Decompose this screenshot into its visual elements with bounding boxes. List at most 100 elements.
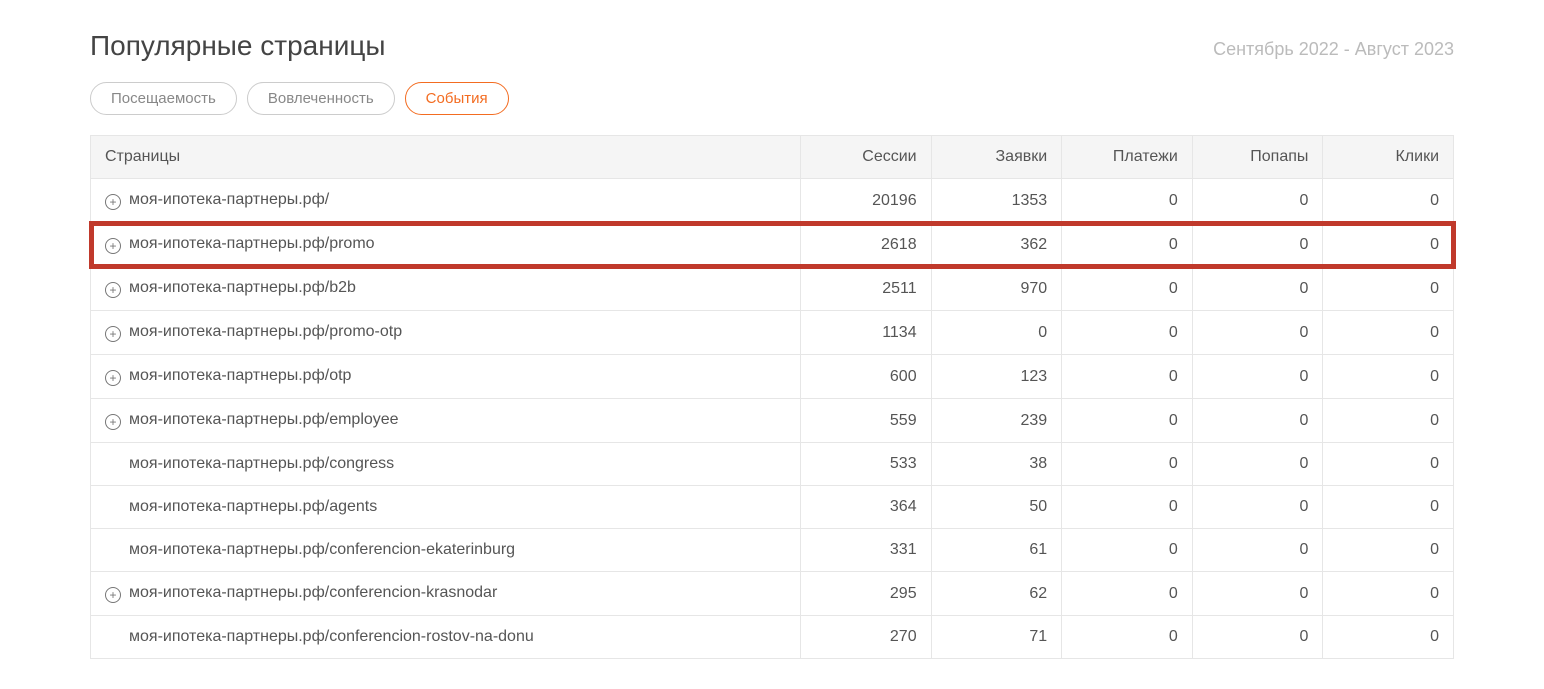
cell-page: + моя-ипотека-партнеры.рф/promo [91, 223, 801, 267]
cell-clicks: 0 [1323, 529, 1454, 572]
cell-page: моя-ипотека-партнеры.рф/conferencion-ros… [91, 616, 801, 659]
cell-sessions: 364 [801, 486, 932, 529]
cell-requests: 1353 [931, 179, 1062, 223]
cell-requests: 38 [931, 443, 1062, 486]
table-row[interactable]: моя-ипотека-партнеры.рф/congress53338000 [91, 443, 1454, 486]
table-row[interactable]: +моя-ипотека-партнеры.рф/b2b2511970000 [91, 267, 1454, 311]
cell-popups: 0 [1192, 443, 1323, 486]
table-row[interactable]: моя-ипотека-партнеры.рф/conferencion-ros… [91, 616, 1454, 659]
cell-sessions: 270 [801, 616, 932, 659]
cell-requests: 362 [931, 223, 1062, 267]
col-payments[interactable]: Платежи [1062, 136, 1193, 179]
cell-sessions: 20196 [801, 179, 932, 223]
expand-icon[interactable]: + [105, 370, 121, 386]
cell-popups: 0 [1192, 616, 1323, 659]
cell-page: + моя-ипотека-партнеры.рф/conferencion-kr… [91, 572, 801, 616]
cell-page: + моя-ипотека-партнеры.рф/otp [91, 355, 801, 399]
cell-requests: 62 [931, 572, 1062, 616]
cell-clicks: 0 [1323, 399, 1454, 443]
table-row[interactable]: + моя-ипотека-партнеры.рф/employee 559239 0… [91, 399, 1454, 443]
cell-page: моя-ипотека-партнеры.рф/agents [91, 486, 801, 529]
cell-payments: 0 [1062, 443, 1193, 486]
cell-payments: 0 [1062, 179, 1193, 223]
cell-requests: 50 [931, 486, 1062, 529]
cell-requests: 61 [931, 529, 1062, 572]
tab-engagement[interactable]: Вовлеченность [247, 82, 395, 115]
cell-payments: 0 [1062, 355, 1193, 399]
expand-icon[interactable]: + [105, 194, 121, 210]
cell-popups: 0 [1192, 399, 1323, 443]
cell-page: + моя-ипотека-партнеры.рф/promo-otp [91, 311, 801, 355]
expand-icon[interactable]: + [105, 587, 121, 603]
cell-page: моя-ипотека-партнеры.рф/congress [91, 443, 801, 486]
cell-payments: 0 [1062, 616, 1193, 659]
page-url: моя-ипотека-партнеры.рф/conferencion-kra… [129, 584, 497, 601]
cell-clicks: 0 [1323, 311, 1454, 355]
cell-clicks: 0 [1323, 267, 1454, 311]
table-row[interactable]: +моя-ипотека-партнеры.рф/promo2618362000 [91, 223, 1454, 267]
cell-popups: 0 [1192, 311, 1323, 355]
cell-clicks: 0 [1323, 223, 1454, 267]
page-title: Популярные страницы [90, 30, 386, 62]
cell-popups: 0 [1192, 529, 1323, 572]
cell-clicks: 0 [1323, 443, 1454, 486]
table-header-row: Страницы Сессии Заявки Платежи Попапы Кл… [91, 136, 1454, 179]
cell-popups: 0 [1192, 486, 1323, 529]
table-row[interactable]: +моя-ипотека-партнеры.рф/promo-otp113400… [91, 311, 1454, 355]
cell-page: + моя-ипотека-партнеры.рф/employee [91, 399, 801, 443]
tab-visits[interactable]: Посещаемость [90, 82, 237, 115]
page-url: моя-ипотека-партнеры.рф/promo-otp [129, 323, 402, 340]
cell-payments: 0 [1062, 572, 1193, 616]
tab-events[interactable]: События [405, 82, 509, 115]
cell-popups: 0 [1192, 572, 1323, 616]
cell-sessions: 295 [801, 572, 932, 616]
col-clicks[interactable]: Клики [1323, 136, 1454, 179]
cell-popups: 0 [1192, 223, 1323, 267]
page-url: моя-ипотека-партнеры.рф/congress [129, 455, 394, 472]
page-url: моя-ипотека-партнеры.рф/conferencion-eka… [129, 541, 515, 558]
col-pages[interactable]: Страницы [91, 136, 801, 179]
expand-icon[interactable]: + [105, 282, 121, 298]
cell-clicks: 0 [1323, 355, 1454, 399]
cell-popups: 0 [1192, 179, 1323, 223]
col-popups[interactable]: Попапы [1192, 136, 1323, 179]
cell-sessions: 1134 [801, 311, 932, 355]
cell-clicks: 0 [1323, 572, 1454, 616]
cell-clicks: 0 [1323, 486, 1454, 529]
table-row[interactable]: моя-ипотека-партнеры.рф/agents36450000 [91, 486, 1454, 529]
cell-page: + моя-ипотека-партнеры.рф/b2b [91, 267, 801, 311]
table-row[interactable]: + моя-ипотека-партнеры.рф/conferencion-kr… [91, 572, 1454, 616]
cell-requests: 123 [931, 355, 1062, 399]
table-row[interactable]: +моя-ипотека-партнеры.рф/201961353000 [91, 179, 1454, 223]
cell-sessions: 331 [801, 529, 932, 572]
date-range: Сентябрь 2022 - Август 2023 [1213, 39, 1454, 60]
cell-page: +моя-ипотека-партнеры.рф/ [91, 179, 801, 223]
page-url: моя-ипотека-партнеры.рф/b2b [129, 279, 356, 296]
cell-sessions: 559 [801, 399, 932, 443]
cell-requests: 970 [931, 267, 1062, 311]
cell-popups: 0 [1192, 267, 1323, 311]
cell-sessions: 2618 [801, 223, 932, 267]
page-url: моя-ипотека-партнеры.рф/promo [129, 235, 375, 252]
expand-icon[interactable]: + [105, 326, 121, 342]
cell-payments: 0 [1062, 223, 1193, 267]
cell-payments: 0 [1062, 486, 1193, 529]
col-sessions[interactable]: Сессии [801, 136, 932, 179]
cell-sessions: 600 [801, 355, 932, 399]
page-url: моя-ипотека-партнеры.рф/employee [129, 411, 399, 428]
cell-payments: 0 [1062, 267, 1193, 311]
table-row[interactable]: +моя-ипотека-партнеры.рф/otp600123000 [91, 355, 1454, 399]
tabs: Посещаемость Вовлеченность События [90, 82, 1454, 115]
page-url: моя-ипотека-партнеры.рф/otp [129, 367, 351, 384]
cell-payments: 0 [1062, 311, 1193, 355]
cell-sessions: 2511 [801, 267, 932, 311]
page-url: моя-ипотека-партнеры.рф/agents [129, 498, 377, 515]
cell-popups: 0 [1192, 355, 1323, 399]
col-requests[interactable]: Заявки [931, 136, 1062, 179]
expand-icon[interactable]: + [105, 238, 121, 254]
cell-requests: 71 [931, 616, 1062, 659]
cell-requests: 239 [931, 399, 1062, 443]
table-row[interactable]: моя-ипотека-партнеры.рф/conferencion-eka… [91, 529, 1454, 572]
expand-icon[interactable]: + [105, 414, 121, 430]
cell-clicks: 0 [1323, 616, 1454, 659]
